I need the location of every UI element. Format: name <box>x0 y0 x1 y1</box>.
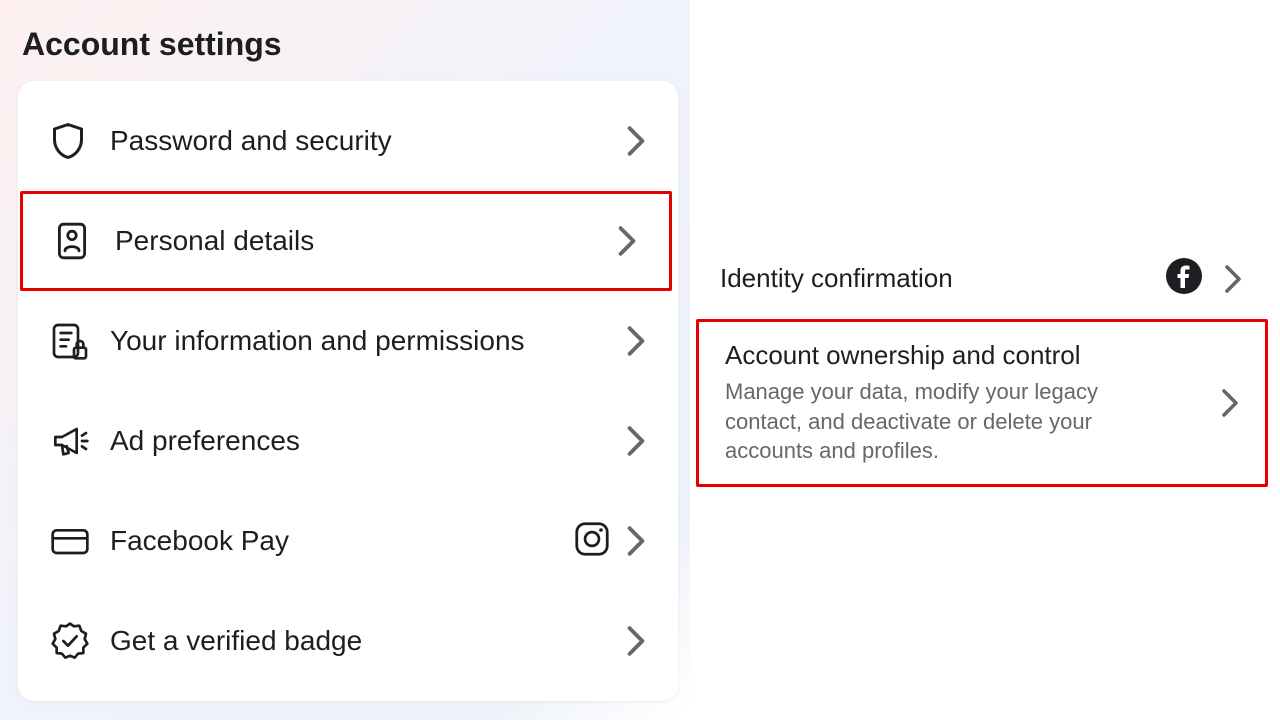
menu-item-personal-details[interactable]: Personal details <box>20 191 672 291</box>
menu-label: Ad preferences <box>110 425 626 457</box>
chevron-right-icon <box>1224 264 1242 294</box>
menu-label: Get a verified badge <box>110 625 626 657</box>
chevron-right-icon <box>626 525 646 557</box>
item-title: Identity confirmation <box>720 263 1166 294</box>
menu-label: Facebook Pay <box>110 525 574 557</box>
menu-label: Personal details <box>115 225 617 257</box>
menu-item-password-security[interactable]: Password and security <box>18 91 678 191</box>
item-subtitle: Manage your data, modify your legacy con… <box>725 377 1155 466</box>
page-title: Account settings <box>22 26 690 63</box>
menu-item-ad-preferences[interactable]: Ad preferences <box>18 391 678 491</box>
item-account-ownership-control[interactable]: Account ownership and control Manage you… <box>696 319 1268 487</box>
item-title: Account ownership and control <box>725 340 1221 371</box>
chevron-right-icon <box>626 425 646 457</box>
verified-badge-icon <box>50 621 110 661</box>
instagram-icon <box>574 521 610 562</box>
chevron-right-icon <box>617 225 637 257</box>
document-lock-icon <box>50 321 110 361</box>
shield-icon <box>50 121 110 161</box>
menu-item-facebook-pay[interactable]: Facebook Pay <box>18 491 678 591</box>
chevron-right-icon <box>626 325 646 357</box>
megaphone-icon <box>50 422 110 460</box>
personal-details-right-pane: Identity confirmation Account ownership … <box>690 0 1280 720</box>
right-list: Identity confirmation Account ownership … <box>694 240 1268 487</box>
menu-label: Your information and permissions <box>110 325 626 357</box>
chevron-right-icon <box>626 625 646 657</box>
chevron-right-icon <box>1221 388 1239 418</box>
menu-item-info-permissions[interactable]: Your information and permissions <box>18 291 678 391</box>
facebook-icon <box>1166 258 1202 299</box>
menu-label: Password and security <box>110 125 626 157</box>
account-settings-left-pane: Account settings Password and security P… <box>0 0 690 720</box>
menu-item-verified-badge[interactable]: Get a verified badge <box>18 591 678 691</box>
person-card-icon <box>55 220 115 262</box>
credit-card-icon <box>50 525 110 557</box>
settings-card: Password and security Personal details <box>18 81 678 701</box>
chevron-right-icon <box>626 125 646 157</box>
item-identity-confirmation[interactable]: Identity confirmation <box>694 240 1268 317</box>
